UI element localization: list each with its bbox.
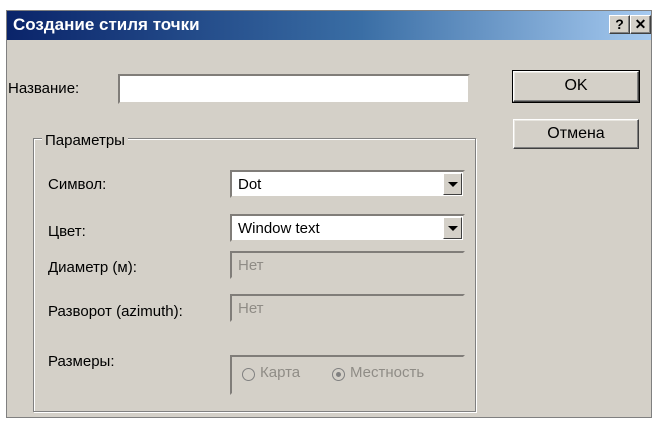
color-select[interactable]: Window text [230, 214, 465, 242]
title-bar: Создание стиля точки ? ✕ [7, 11, 651, 40]
create-point-style-dialog: Создание стиля точки ? ✕ Название: OK От… [6, 10, 652, 418]
chevron-down-icon[interactable] [443, 217, 462, 239]
name-label: Название: [8, 80, 80, 97]
name-input[interactable] [118, 74, 470, 104]
color-label: Цвет: [48, 223, 86, 240]
sizes-label: Размеры: [48, 353, 115, 370]
parameters-legend: Параметры [42, 132, 128, 149]
ok-button[interactable]: OK [512, 70, 640, 103]
rotation-value: Нет [238, 300, 264, 317]
diameter-value: Нет [238, 257, 264, 274]
sizes-radio-group: Карта Местность [230, 355, 465, 395]
radio-map-label: Карта [260, 364, 301, 381]
rotation-label: Разворот (azimuth): [48, 303, 183, 320]
chevron-down-icon[interactable] [443, 173, 462, 195]
cancel-button[interactable]: Отмена [513, 119, 639, 149]
diameter-field: Нет [230, 251, 465, 279]
close-button[interactable]: ✕ [630, 15, 651, 34]
radio-terrain[interactable] [332, 368, 345, 381]
symbol-label: Символ: [48, 176, 107, 193]
radio-terrain-label: Местность [350, 364, 425, 381]
symbol-value: Dot [238, 176, 262, 193]
diameter-label: Диаметр (м): [48, 259, 137, 276]
color-value: Window text [238, 220, 320, 237]
radio-map[interactable] [242, 368, 255, 381]
dialog-title: Создание стиля точки [13, 15, 200, 34]
symbol-select[interactable]: Dot [230, 170, 465, 198]
help-button[interactable]: ? [609, 15, 630, 34]
rotation-field: Нет [230, 294, 465, 322]
